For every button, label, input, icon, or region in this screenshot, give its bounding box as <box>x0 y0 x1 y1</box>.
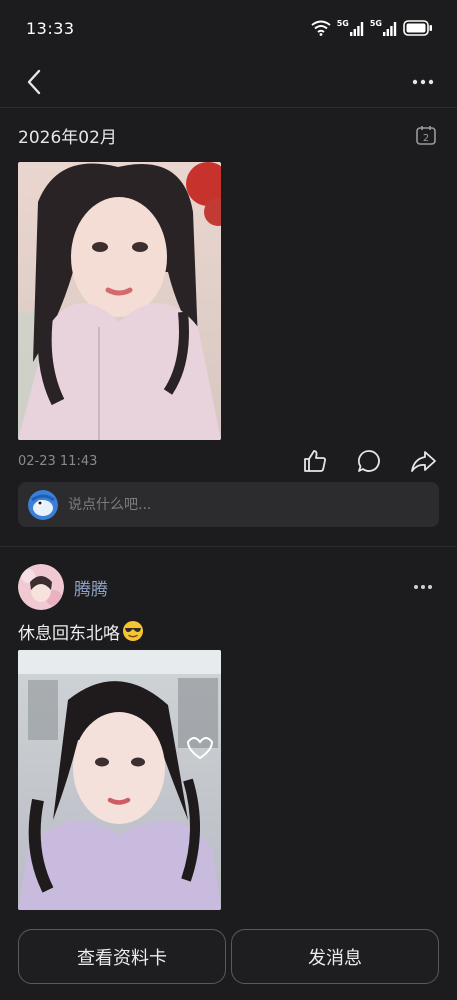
post-text: 休息回东北咯 <box>18 618 144 644</box>
month-title: 2026年02月 <box>18 127 117 148</box>
post-header: 腾腾 <box>0 564 457 610</box>
share-button[interactable] <box>407 445 439 477</box>
more-dots-icon <box>412 79 434 84</box>
post-more-button[interactable] <box>409 573 437 601</box>
network-label: 5G <box>369 19 382 28</box>
status-icons: 5G 5G <box>311 20 433 36</box>
sunglasses-emoji-icon <box>122 620 144 642</box>
comment-box[interactable] <box>18 482 439 527</box>
wifi-icon <box>311 20 331 36</box>
top-nav <box>0 56 457 108</box>
signal-5g-icon: 5G <box>370 20 397 36</box>
avatar[interactable] <box>18 564 64 610</box>
more-dots-icon <box>414 585 432 589</box>
like-button[interactable] <box>299 445 331 477</box>
calendar-icon[interactable]: 2 <box>415 124 437 146</box>
status-time: 13:33 <box>26 18 75 38</box>
comment-input[interactable] <box>68 496 429 513</box>
comment-icon <box>358 450 380 472</box>
network-label: 5G <box>336 19 349 28</box>
month-header: 2026年02月 2 <box>0 118 457 152</box>
status-bar: 13:33 5G 5G <box>0 0 457 56</box>
post-author[interactable]: 腾腾 <box>18 564 108 610</box>
post-actions <box>299 445 439 477</box>
view-profile-button[interactable]: 查看资料卡 <box>18 929 226 984</box>
post-photo[interactable] <box>18 650 221 910</box>
send-message-button[interactable]: 发消息 <box>231 929 439 984</box>
post-caption: 休息回东北咯 <box>18 623 120 644</box>
back-button[interactable] <box>20 68 48 96</box>
chevron-left-icon <box>27 69 41 94</box>
post-timestamp: 02-23 11:43 <box>18 453 98 469</box>
comment-button[interactable] <box>353 445 385 477</box>
calendar-day: 2 <box>423 133 429 144</box>
username[interactable]: 腾腾 <box>74 575 108 600</box>
like-icon <box>304 450 326 472</box>
divider <box>0 546 457 547</box>
bottom-bar: 查看资料卡 发消息 <box>0 920 457 1000</box>
post-photo[interactable] <box>18 162 221 440</box>
signal-5g-icon: 5G <box>337 20 364 36</box>
post-meta: 02-23 11:43 <box>0 442 457 480</box>
battery-icon <box>403 20 433 36</box>
selfie-photo <box>18 162 221 440</box>
share-icon <box>411 451 436 472</box>
my-avatar <box>28 489 58 520</box>
more-button[interactable] <box>409 68 437 96</box>
selfie-photo <box>18 650 221 910</box>
